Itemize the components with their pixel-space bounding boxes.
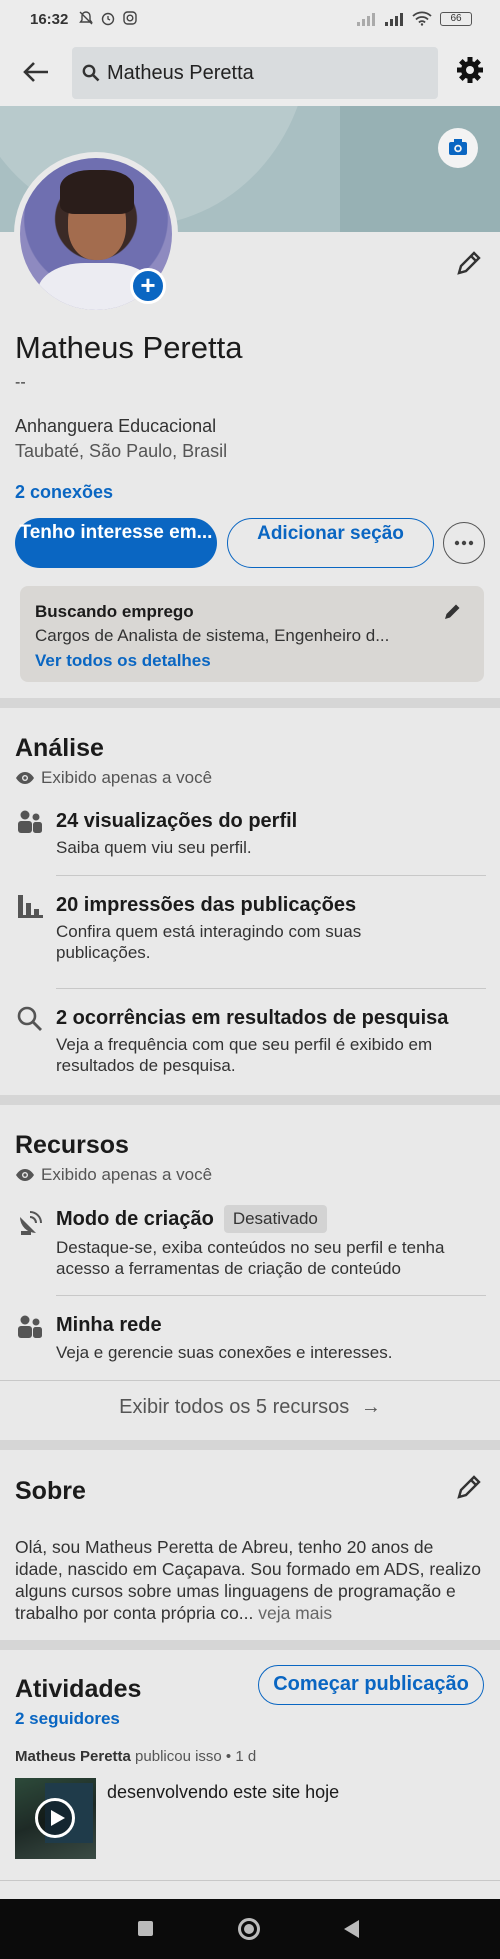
search-icon <box>17 1006 42 1031</box>
activity-meta: Matheus Peretta publicou isso • 1 d <box>15 1748 256 1765</box>
activity-title: Atividades <box>15 1675 142 1703</box>
arrow-right-icon: → <box>360 1396 381 1418</box>
about-text: Olá, sou Matheus Peretta de Abreu, tenho… <box>15 1536 485 1624</box>
profile-views-title: 24 visualizações do perfil <box>56 810 298 832</box>
private-note-text: Exibido apenas a você <box>41 768 213 787</box>
edit-pencil-icon[interactable] <box>442 600 464 622</box>
row-separator <box>0 1880 500 1881</box>
about-body: Olá, sou Matheus Peretta de Abreu, tenho… <box>15 1537 481 1623</box>
status-system-icons: 66 <box>356 11 472 26</box>
eye-icon <box>16 1169 34 1181</box>
show-all-resources-button[interactable]: Exibir todos os 5 recursos → <box>0 1396 500 1419</box>
search-appearances-title: 2 ocorrências em resultados de pesquisa <box>56 1007 449 1029</box>
search-icon <box>82 64 100 82</box>
people-icon <box>18 810 42 833</box>
section-divider <box>0 1640 500 1650</box>
satellite-dish-icon <box>20 1211 42 1235</box>
start-post-button[interactable]: Começar publicação <box>258 1665 484 1705</box>
bell-off-icon <box>79 11 93 25</box>
back-triangle-icon[interactable] <box>344 1920 359 1938</box>
add-photo-button[interactable]: + <box>130 268 166 304</box>
status-notification-icons <box>78 10 138 26</box>
analytics-item-search-appearances[interactable]: 2 ocorrências em resultados de pesquisa … <box>0 993 500 1083</box>
bar-chart-icon <box>18 895 43 918</box>
followers-link[interactable]: 2 seguidores <box>15 1709 120 1729</box>
people-icon <box>18 1315 42 1338</box>
instagram-icon <box>123 11 137 25</box>
status-time: 16:32 <box>30 11 69 28</box>
private-note-text: Exibido apenas a você <box>41 1165 213 1184</box>
row-separator <box>0 1380 500 1381</box>
more-dots-icon <box>454 540 474 546</box>
analytics-item-profile-views[interactable]: 24 visualizações do perfil Saiba quem vi… <box>0 800 500 876</box>
more-options-button[interactable] <box>443 522 485 564</box>
open-to-button[interactable]: Tenho interesse em... <box>15 518 217 568</box>
show-all-resources-label: Exibir todos os 5 recursos <box>119 1396 350 1418</box>
open-to-work-title: Buscando emprego <box>35 602 194 621</box>
resource-item-my-network[interactable]: Minha rede Veja e gerencie suas conexões… <box>0 1300 500 1375</box>
resources-title: Recursos <box>15 1131 129 1159</box>
see-all-details-link[interactable]: Ver todos os detalhes <box>35 651 211 671</box>
wifi-icon <box>412 11 432 26</box>
system-nav-bar <box>0 1899 500 1959</box>
impressions-title: 20 impressões das publicações <box>56 894 357 916</box>
activity-author: Matheus Peretta <box>15 1748 131 1765</box>
search-text: Matheus Peretta <box>107 62 254 84</box>
gear-icon[interactable] <box>454 54 486 86</box>
row-separator <box>56 988 486 989</box>
creator-mode-desc: Destaque-se, exiba conteúdos no seu perf… <box>56 1238 445 1278</box>
status-badge: Desativado <box>223 1205 327 1233</box>
private-note: Exibido apenas a você <box>15 1165 212 1185</box>
connections-link[interactable]: 2 conexões <box>15 482 113 503</box>
profile-views-desc: Saiba quem viu seu perfil. <box>56 838 252 857</box>
private-note: Exibido apenas a você <box>15 768 212 788</box>
profile-education: Anhanguera Educacional <box>15 416 217 436</box>
creator-mode-title: Modo de criação <box>56 1207 214 1230</box>
add-section-button[interactable]: Adicionar seção <box>227 518 434 568</box>
open-to-work-description: Cargos de Analista de sistema, Engenheir… <box>35 626 390 645</box>
impressions-desc: Confira quem está interagindo com suas p… <box>56 922 362 962</box>
activity-post-text[interactable]: desenvolvendo este site hoje <box>107 1782 339 1803</box>
avatar-hair <box>60 170 134 214</box>
about-title: Sobre <box>15 1477 86 1505</box>
section-divider <box>0 698 500 708</box>
video-thumbnail[interactable] <box>15 1778 96 1859</box>
recents-icon[interactable] <box>138 1921 153 1936</box>
signal-icon <box>385 12 403 26</box>
alarm-icon <box>101 12 115 26</box>
analytics-title: Análise <box>15 734 104 762</box>
plus-icon: + <box>140 270 156 300</box>
search-input[interactable]: Matheus Peretta <box>72 47 438 99</box>
resource-item-creator-mode[interactable]: Modo de criação Desativado Destaque-se, … <box>0 1195 500 1295</box>
edit-cover-button[interactable] <box>438 128 478 168</box>
section-divider <box>0 1095 500 1105</box>
creator-mode-row: Modo de criação Desativado <box>56 1205 327 1233</box>
my-network-title: Minha rede <box>56 1314 162 1336</box>
section-divider <box>0 1440 500 1450</box>
my-network-desc: Veja e gerencie suas conexões e interess… <box>56 1343 393 1362</box>
row-separator <box>56 1295 486 1296</box>
profile-name: Matheus Peretta <box>15 330 243 365</box>
profile-headline: -- <box>15 374 26 391</box>
back-arrow-icon[interactable] <box>18 54 54 90</box>
profile-location: Taubaté, São Paulo, Brasil <box>15 441 228 461</box>
edit-pencil-icon[interactable] <box>454 248 484 278</box>
see-more-link[interactable]: veja mais <box>258 1603 332 1623</box>
search-appearances-desc: Veja a frequência com que seu perfil é e… <box>56 1035 433 1075</box>
home-icon[interactable] <box>238 1918 260 1940</box>
signal-weak-icon <box>357 12 375 26</box>
activity-meta-text: publicou isso • 1 d <box>135 1748 257 1765</box>
analytics-item-impressions[interactable]: 20 impressões das publicações Confira qu… <box>0 880 500 980</box>
top-bar: Matheus Peretta <box>0 40 500 106</box>
edit-pencil-icon[interactable] <box>454 1472 484 1502</box>
row-separator <box>56 875 486 876</box>
open-to-work-card[interactable]: Buscando emprego Cargos de Analista de s… <box>20 586 484 682</box>
status-bar: 16:32 66 <box>0 0 500 40</box>
camera-icon <box>449 139 467 155</box>
eye-icon <box>16 772 34 784</box>
play-icon <box>35 1798 75 1838</box>
battery-indicator: 66 <box>440 11 472 26</box>
cover-graphic-right <box>340 106 500 232</box>
